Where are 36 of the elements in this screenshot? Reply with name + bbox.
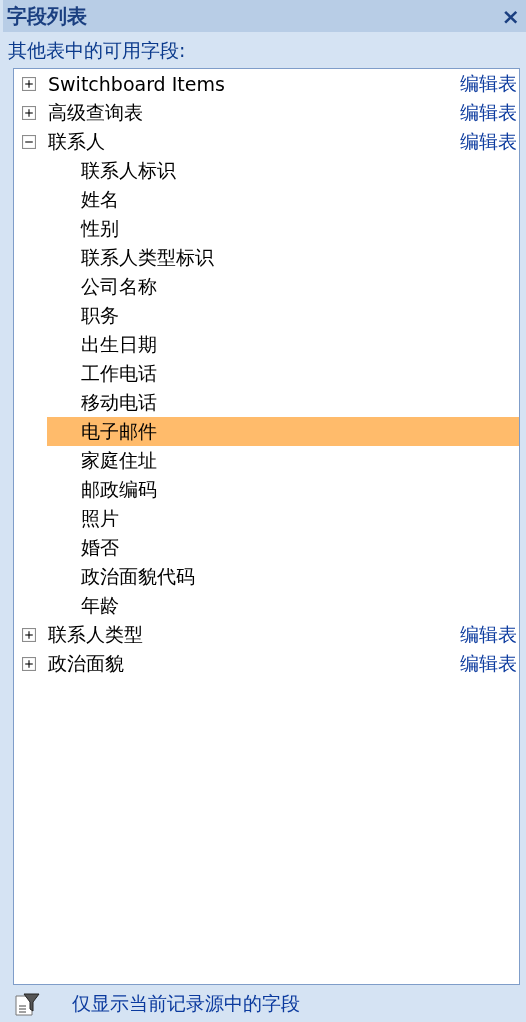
edit-table-link[interactable]: 编辑表 (460, 621, 517, 648)
field-item[interactable]: 年龄 (47, 591, 519, 620)
expander-icon[interactable] (22, 627, 36, 642)
field-item[interactable]: 婚否 (47, 533, 519, 562)
field-item[interactable]: 姓名 (47, 185, 519, 214)
edit-table-link[interactable]: 编辑表 (460, 128, 517, 155)
field-item[interactable]: 性别 (47, 214, 519, 243)
field-item[interactable]: 移动电话 (47, 388, 519, 417)
edit-table-link[interactable]: 编辑表 (460, 99, 517, 126)
field-item[interactable]: 职务 (47, 301, 519, 330)
field-item[interactable]: 邮政编码 (47, 475, 519, 504)
filter-icon[interactable] (14, 992, 40, 1016)
field-item[interactable]: 电子邮件 (47, 417, 519, 446)
panel-title: 字段列表 (7, 2, 87, 30)
close-button[interactable]: × (499, 3, 522, 29)
field-item[interactable]: 政治面貌代码 (47, 562, 519, 591)
field-item[interactable]: 出生日期 (47, 330, 519, 359)
show-current-fields-link[interactable]: 仅显示当前记录源中的字段 (72, 991, 300, 1017)
field-item[interactable]: 家庭住址 (47, 446, 519, 475)
field-item[interactable]: 联系人标识 (47, 156, 519, 185)
expander-icon[interactable] (22, 134, 36, 149)
table-name[interactable]: Switchboard Items (48, 72, 225, 95)
field-item[interactable]: 照片 (47, 504, 519, 533)
expander-icon[interactable] (22, 76, 36, 91)
field-item[interactable]: 工作电话 (47, 359, 519, 388)
table-name[interactable]: 高级查询表 (48, 99, 143, 126)
table-name[interactable]: 联系人类型 (48, 621, 143, 648)
field-item[interactable]: 公司名称 (47, 272, 519, 301)
table-name[interactable]: 政治面貌 (48, 650, 124, 677)
field-item[interactable]: 联系人类型标识 (47, 243, 519, 272)
expander-icon[interactable] (22, 105, 36, 120)
edit-table-link[interactable]: 编辑表 (460, 70, 517, 97)
table-name[interactable]: 联系人 (48, 128, 105, 155)
edit-table-link[interactable]: 编辑表 (460, 650, 517, 677)
section-label: 其他表中的可用字段: (7, 38, 187, 63)
expander-icon[interactable] (22, 656, 36, 671)
